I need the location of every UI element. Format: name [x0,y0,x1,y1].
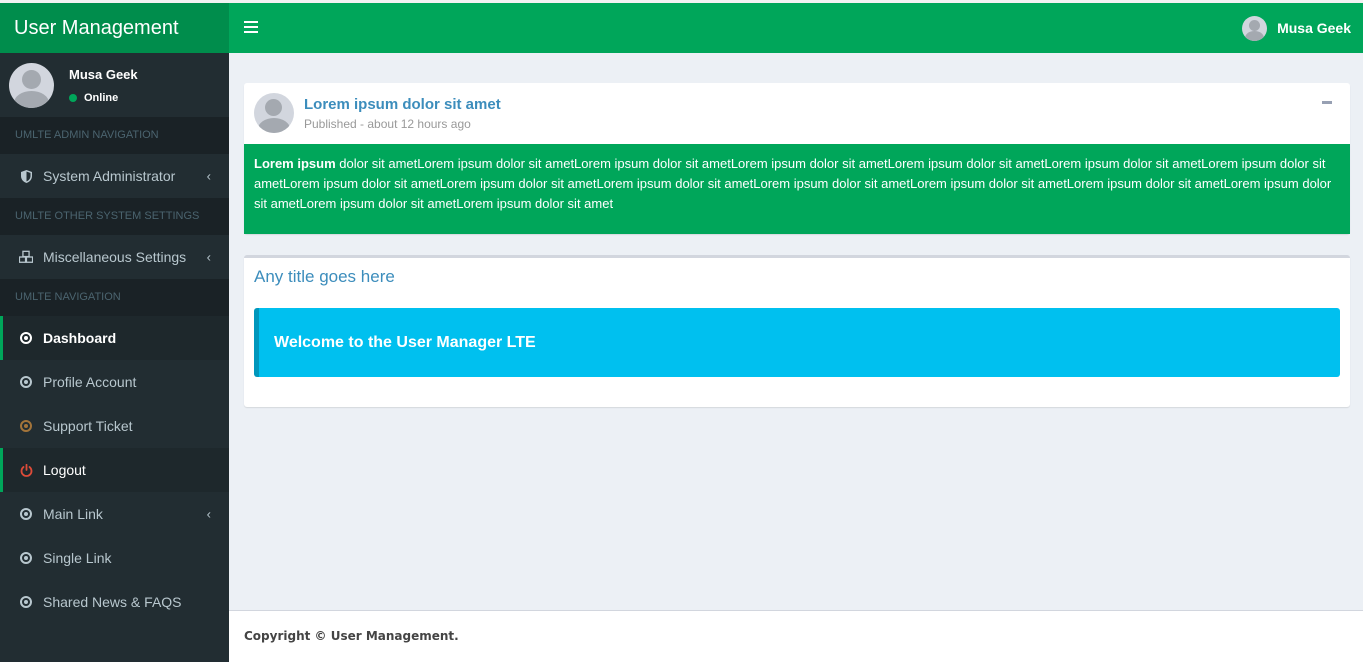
app-logo[interactable]: User Management [0,3,229,53]
top-navbar: Musa Geek [229,3,1363,53]
chevron-left-icon: ‹ [206,168,211,184]
circle-dot-icon [20,508,32,520]
sidebar-user-name: Musa Geek [69,67,138,82]
sidebar-item-main-link[interactable]: Main Link ‹ [0,492,229,536]
navbar-user-menu[interactable]: Musa Geek [1242,15,1351,41]
sidebar-item-single-link[interactable]: Single Link [0,536,229,580]
sidebar-item-profile-account[interactable]: Profile Account [0,360,229,404]
post-body: Lorem ipsum dolor sit ametLorem ipsum do… [244,144,1350,234]
sidebar-item-dashboard[interactable]: Dashboard [0,316,229,360]
cubes-icon [19,250,33,264]
circle-dot-icon [20,332,32,344]
post-author-avatar [254,93,294,133]
navbar-avatar [1242,15,1268,41]
section-header-other-settings: UMLTE OTHER SYSTEM SETTINGS [0,198,229,235]
sidebar-user-panel: Musa Geek Online [0,53,229,117]
main-content: Lorem ipsum dolor sit amet Published - a… [229,53,1363,610]
circle-dot-icon [20,596,32,608]
section-header-admin: UMLTE ADMIN NAVIGATION [0,117,229,154]
sidebar: Musa Geek Online UMLTE ADMIN NAVIGATION … [0,53,229,662]
sidebar-item-label: Support Ticket [43,418,133,434]
sidebar-user-status-label: Online [84,92,119,104]
footer: Copyright © User Management. [229,610,1363,662]
sidebar-item-label: Logout [43,462,86,478]
sidebar-item-miscellaneous-settings[interactable]: Miscellaneous Settings ‹ [0,235,229,279]
sidebar-item-label: Shared News & FAQS [43,594,182,610]
sidebar-item-system-administrator[interactable]: System Administrator ‹ [0,154,229,198]
sidebar-item-label: Main Link [43,506,103,522]
post-body-text: dolor sit ametLorem ipsum dolor sit amet… [254,156,1332,211]
sidebar-item-label: Single Link [43,550,112,566]
sidebar-user-status: Online [69,92,118,104]
section-header-navigation: UMLTE NAVIGATION [0,279,229,316]
circle-dot-icon [20,376,32,388]
sidebar-item-label: Miscellaneous Settings [43,249,187,265]
post-body-lead: Lorem ipsum [254,156,336,171]
circle-dot-icon [20,552,32,564]
post-box: Lorem ipsum dolor sit amet Published - a… [244,83,1350,234]
post-meta: Published - about 12 hours ago [304,117,471,131]
sidebar-item-label: Profile Account [43,374,137,390]
circle-dot-icon [20,420,32,432]
chevron-left-icon: ‹ [206,506,211,522]
chevron-left-icon: ‹ [206,249,211,265]
sidebar-item-shared-news-faqs[interactable]: Shared News & FAQS [0,580,229,624]
sidebar-item-logout[interactable]: Logout [0,448,229,492]
box-title: Any title goes here [254,267,395,286]
sidebar-avatar [9,63,54,108]
power-icon [19,463,33,477]
sidebar-item-label: Dashboard [43,330,117,346]
online-status-dot-icon [69,94,77,102]
shield-icon [19,169,33,183]
sidebar-item-label: System Administrator [43,168,176,184]
collapse-minus-icon[interactable] [1322,101,1332,104]
sidebar-item-support-ticket[interactable]: Support Ticket [0,404,229,448]
navbar-user-name: Musa Geek [1277,20,1351,36]
info-box: Any title goes here Welcome to the User … [244,255,1350,407]
hamburger-menu-icon[interactable] [244,21,258,33]
post-title-link[interactable]: Lorem ipsum dolor sit amet [304,96,501,113]
welcome-callout: Welcome to the User Manager LTE [254,308,1340,377]
